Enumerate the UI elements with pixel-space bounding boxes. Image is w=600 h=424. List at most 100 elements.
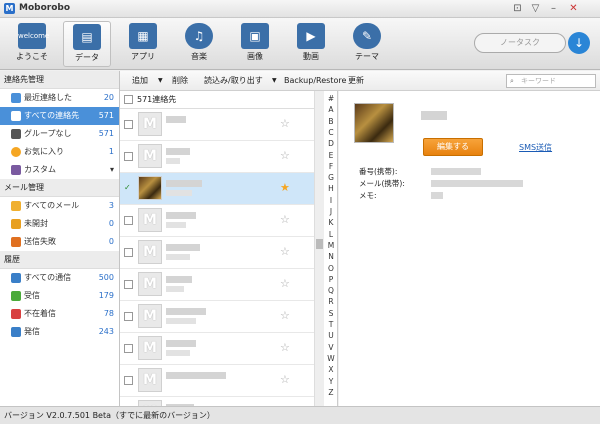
field-value-blurred: [431, 180, 523, 187]
sidebar-item-recent[interactable]: 最近連絡した 20: [0, 89, 119, 107]
sidebar-item-all-contacts[interactable]: すべての連絡先 571: [0, 107, 119, 125]
list-item[interactable]: M☆: [120, 333, 314, 365]
alpha-index-letter[interactable]: D: [324, 139, 338, 148]
alpha-index-letter[interactable]: Z: [324, 388, 338, 397]
search-input[interactable]: ⌕ キーワード: [506, 74, 596, 88]
alpha-index-letter[interactable]: K: [324, 218, 338, 227]
tab-apps[interactable]: ▦ アプリ: [119, 21, 167, 67]
list-item[interactable]: ✓ ★: [120, 173, 314, 205]
sidebar-item-send-failed[interactable]: 送信失敗 0: [0, 233, 119, 251]
send-sms-link[interactable]: SMS送信: [519, 142, 552, 153]
row-checkbox[interactable]: [124, 120, 133, 129]
sidebar-item-no-group[interactable]: グループなし 571: [0, 125, 119, 143]
tab-music[interactable]: ♫ 音楽: [175, 21, 223, 67]
alpha-index-letter[interactable]: F: [324, 162, 338, 171]
row-checkbox[interactable]: [124, 312, 133, 321]
refresh-button[interactable]: 更新: [348, 71, 364, 91]
select-all-checkbox[interactable]: [124, 95, 133, 104]
alpha-index-letter[interactable]: N: [324, 252, 338, 261]
list-scrollbar[interactable]: [314, 91, 324, 406]
backup-restore-button[interactable]: Backup/Restore: [284, 71, 346, 91]
alpha-index-letter[interactable]: A: [324, 105, 338, 114]
favorite-star-icon[interactable]: ☆: [280, 245, 290, 258]
alpha-index-letter[interactable]: M: [324, 241, 338, 250]
mail-section-header: メール管理: [0, 179, 119, 197]
alpha-index-letter[interactable]: Y: [324, 377, 338, 386]
alpha-index-letter[interactable]: G: [324, 173, 338, 182]
alpha-index-letter[interactable]: R: [324, 297, 338, 306]
alpha-index-letter[interactable]: L: [324, 230, 338, 239]
tab-video[interactable]: ▶ 動画: [287, 21, 335, 67]
edit-button[interactable]: 編集する: [423, 138, 483, 156]
sidebar-item-custom[interactable]: カスタム ▾: [0, 161, 119, 179]
alpha-index-letter[interactable]: I: [324, 196, 338, 205]
alpha-index-letter[interactable]: W: [324, 354, 338, 363]
alpha-index-letter[interactable]: S: [324, 309, 338, 318]
tab-welcome[interactable]: welcome ようこそ: [8, 21, 56, 67]
row-checkbox[interactable]: [124, 248, 133, 257]
alpha-index-letter[interactable]: E: [324, 151, 338, 160]
tab-data[interactable]: ▤ データ: [63, 21, 111, 67]
tab-images[interactable]: ▣ 画像: [231, 21, 279, 67]
scrollbar-thumb[interactable]: [316, 239, 323, 249]
sidebar-item-outgoing[interactable]: 発信 243: [0, 323, 119, 341]
row-checkbox[interactable]: [124, 152, 133, 161]
sidebar-item-all-calls[interactable]: すべての通信 500: [0, 269, 119, 287]
row-checkbox[interactable]: ✓: [124, 184, 133, 193]
list-item[interactable]: M☆: [120, 141, 314, 173]
alpha-index-letter[interactable]: P: [324, 275, 338, 284]
alpha-index-letter[interactable]: Q: [324, 286, 338, 295]
action-bar: 追加 ▼ 削除 読込み/取り出す ▼ Backup/Restore 更新 ⌕ キー…: [120, 71, 600, 91]
list-item[interactable]: M☆: [120, 205, 314, 237]
sidebar-item-favorites[interactable]: お気に入り 1: [0, 143, 119, 161]
alpha-index-letter[interactable]: #: [324, 94, 338, 103]
contact-photo: [354, 103, 394, 143]
row-checkbox[interactable]: [124, 216, 133, 225]
alpha-index-letter[interactable]: X: [324, 365, 338, 374]
chevron-down-icon[interactable]: ▾: [110, 161, 114, 179]
download-icon[interactable]: ↓: [568, 32, 590, 54]
favorite-star-icon[interactable]: ☆: [280, 277, 290, 290]
sidebar-item-unread[interactable]: 未開封 0: [0, 215, 119, 233]
import-export-button[interactable]: 読込み/取り出す: [204, 71, 263, 91]
favorite-star-icon[interactable]: ☆: [280, 373, 290, 386]
favorite-star-icon[interactable]: ☆: [280, 341, 290, 354]
list-item[interactable]: M☆: [120, 365, 314, 397]
tab-theme-label: テーマ: [355, 52, 379, 61]
list-item[interactable]: M☆: [120, 397, 314, 406]
contact-number-blurred: [166, 286, 184, 292]
favorite-star-icon[interactable]: ☆: [280, 117, 290, 130]
row-checkbox[interactable]: [124, 376, 133, 385]
favorite-star-icon[interactable]: ☆: [280, 149, 290, 162]
list-item[interactable]: M☆: [120, 109, 314, 141]
list-item[interactable]: M☆: [120, 269, 314, 301]
row-checkbox[interactable]: [124, 280, 133, 289]
alpha-index-letter[interactable]: J: [324, 207, 338, 216]
add-dropdown-chevron-icon[interactable]: ▼: [158, 71, 163, 91]
favorite-star-icon[interactable]: ☆: [280, 213, 290, 226]
close-button[interactable]: ✕: [567, 2, 580, 15]
list-item[interactable]: M☆: [120, 237, 314, 269]
alpha-index-letter[interactable]: C: [324, 128, 338, 137]
favorite-star-icon[interactable]: ☆: [280, 309, 290, 322]
alpha-index-letter[interactable]: B: [324, 117, 338, 126]
skin-button[interactable]: ⊡: [511, 2, 524, 15]
alpha-index-letter[interactable]: O: [324, 264, 338, 273]
task-box[interactable]: ノータスク: [474, 33, 566, 53]
alpha-index-letter[interactable]: T: [324, 320, 338, 329]
sidebar-item-received[interactable]: 受信 179: [0, 287, 119, 305]
row-checkbox[interactable]: [124, 344, 133, 353]
delete-button[interactable]: 削除: [172, 71, 188, 91]
alpha-index-letter[interactable]: H: [324, 184, 338, 193]
add-button[interactable]: 追加: [132, 71, 148, 91]
import-dropdown-chevron-icon[interactable]: ▼: [272, 71, 277, 91]
sidebar-item-all-mail[interactable]: すべてのメール 3: [0, 197, 119, 215]
menu-button[interactable]: ▽: [529, 2, 542, 15]
alpha-index-letter[interactable]: U: [324, 331, 338, 340]
list-item[interactable]: M☆: [120, 301, 314, 333]
favorite-star-icon[interactable]: ★: [280, 181, 290, 194]
minimize-button[interactable]: –: [547, 2, 560, 15]
alpha-index-letter[interactable]: V: [324, 343, 338, 352]
tab-theme[interactable]: ✎ テーマ: [343, 21, 391, 67]
sidebar-item-missed[interactable]: 不在着信 78: [0, 305, 119, 323]
